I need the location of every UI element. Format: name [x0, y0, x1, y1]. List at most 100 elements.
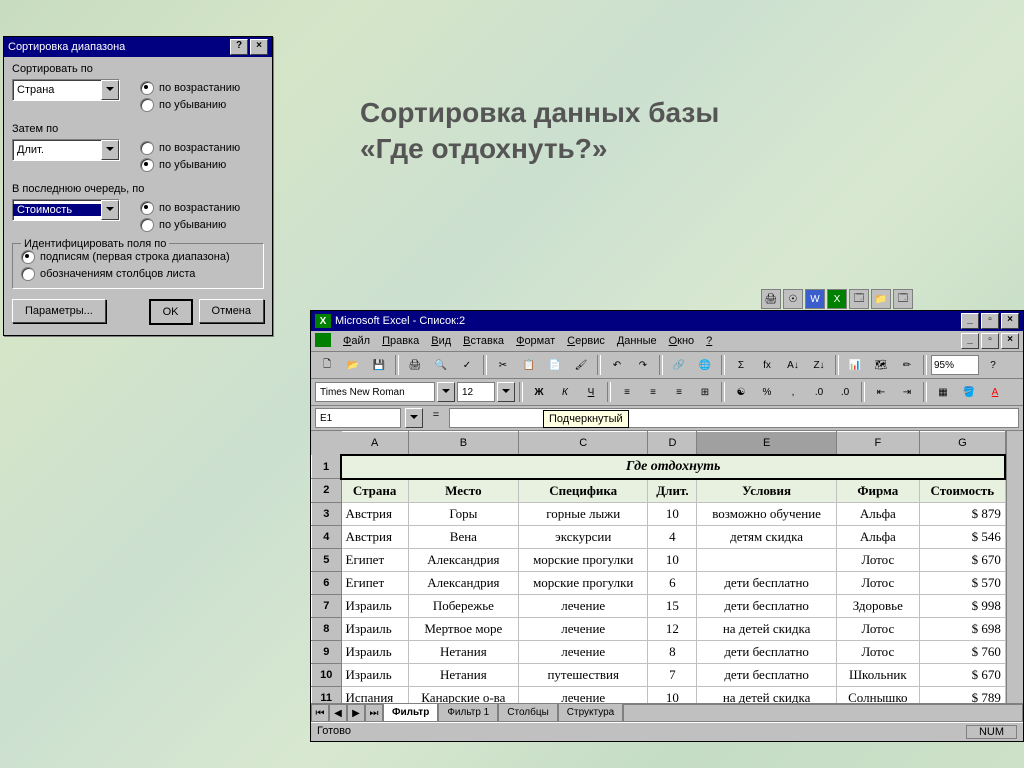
menu-правка[interactable]: Правка [376, 333, 425, 349]
cell[interactable]: на детей скидка [697, 617, 836, 640]
cell[interactable]: Нетания [408, 640, 518, 663]
comma-icon[interactable]: , [781, 381, 805, 403]
cell[interactable]: 15 [648, 594, 697, 617]
chevron-down-icon[interactable] [101, 80, 119, 100]
formula-input[interactable] [449, 408, 1019, 428]
cell[interactable]: 10 [648, 502, 697, 525]
vertical-scrollbar[interactable] [1006, 431, 1023, 703]
cell[interactable]: Канарские о-ва [408, 686, 518, 703]
cell[interactable]: $ 546 [919, 525, 1005, 548]
chevron-down-icon[interactable] [101, 200, 119, 220]
cell[interactable]: Альфа [836, 525, 919, 548]
row-header[interactable]: 2 [312, 479, 342, 503]
cell[interactable]: Лотос [836, 571, 919, 594]
cell[interactable]: дети бесплатно [697, 640, 836, 663]
menu-формат[interactable]: Формат [510, 333, 561, 349]
header-cell[interactable]: Фирма [836, 479, 919, 503]
function-icon[interactable]: fx [755, 354, 779, 376]
cell[interactable]: Лотос [836, 548, 919, 571]
chevron-down-icon[interactable] [497, 382, 515, 402]
merge-icon[interactable]: ⊞ [693, 381, 717, 403]
copy-icon[interactable]: 📋 [517, 354, 541, 376]
align-center-icon[interactable]: ≡ [641, 381, 665, 403]
col-header[interactable]: A [341, 432, 408, 455]
cell[interactable]: $ 789 [919, 686, 1005, 703]
header-cell[interactable]: Длит. [648, 479, 697, 503]
print-icon[interactable]: 🖨 [403, 354, 427, 376]
cell[interactable] [697, 548, 836, 571]
align-left-icon[interactable]: ≡ [615, 381, 639, 403]
spreadsheet-grid[interactable]: ABCDEFG 1Где отдохнуть 2СтранаМестоСпеци… [311, 431, 1006, 703]
tray-icon[interactable]: 🗔 [849, 289, 869, 309]
cell[interactable]: 12 [648, 617, 697, 640]
header-cell[interactable]: Место [408, 479, 518, 503]
link-icon[interactable]: 🔗 [667, 354, 691, 376]
cell[interactable]: лечение [519, 640, 648, 663]
chevron-down-icon[interactable] [405, 408, 423, 428]
cell[interactable]: 4 [648, 525, 697, 548]
sheet-tab[interactable]: Фильтр 1 [438, 704, 498, 722]
cell[interactable]: 10 [648, 548, 697, 571]
cell[interactable]: $ 698 [919, 617, 1005, 640]
cell[interactable]: Александрия [408, 571, 518, 594]
row-header[interactable]: 8 [312, 617, 342, 640]
open-icon[interactable]: 📂 [341, 354, 365, 376]
increase-decimal-icon[interactable]: .0 [807, 381, 831, 403]
chart-icon[interactable]: 📊 [843, 354, 867, 376]
doc-restore-button[interactable]: ▫ [981, 333, 999, 349]
row-header[interactable]: 7 [312, 594, 342, 617]
cell[interactable]: экскурсии [519, 525, 648, 548]
cell[interactable]: морские прогулки [519, 571, 648, 594]
cell[interactable]: Испания [341, 686, 408, 703]
cell[interactable]: дети бесплатно [697, 571, 836, 594]
title-cell[interactable]: Где отдохнуть [341, 455, 1005, 479]
row-header[interactable]: 3 [312, 502, 342, 525]
maximize-button[interactable]: ▫ [981, 313, 999, 329]
save-icon[interactable]: 💾 [367, 354, 391, 376]
col-header[interactable]: E [697, 432, 836, 455]
sort-field-2[interactable]: Длит. [12, 139, 120, 161]
cell[interactable]: детям скидка [697, 525, 836, 548]
cell[interactable]: горные лыжи [519, 502, 648, 525]
sort-field-3[interactable]: Стоимость [12, 199, 120, 221]
cell[interactable]: Израиль [341, 640, 408, 663]
map-icon[interactable]: 🗺 [869, 354, 893, 376]
cell[interactable]: Побережье [408, 594, 518, 617]
cell[interactable]: морские прогулки [519, 548, 648, 571]
sort2-desc-radio[interactable]: по убыванию [140, 158, 264, 172]
new-icon[interactable]: 🗋 [315, 354, 339, 376]
underline-icon[interactable]: Ч [579, 381, 603, 403]
tab-first-icon[interactable]: ⏮ [311, 704, 329, 722]
cell[interactable]: путешествия [519, 663, 648, 686]
identify-columns-radio[interactable]: обозначениям столбцов листа [21, 267, 255, 281]
menu-вставка[interactable]: Вставка [457, 333, 510, 349]
cell[interactable]: на детей скидка [697, 686, 836, 703]
fill-color-icon[interactable]: 🪣 [957, 381, 981, 403]
percent-icon[interactable]: % [755, 381, 779, 403]
align-right-icon[interactable]: ≡ [667, 381, 691, 403]
cell[interactable]: 6 [648, 571, 697, 594]
tray-icon[interactable]: 🗔 [893, 289, 913, 309]
header-cell[interactable]: Условия [697, 479, 836, 503]
col-header[interactable]: C [519, 432, 648, 455]
indent-left-icon[interactable]: ⇤ [869, 381, 893, 403]
tray-excel-icon[interactable]: X [827, 289, 847, 309]
tab-next-icon[interactable]: ▶ [347, 704, 365, 722]
options-button[interactable]: Параметры... [12, 299, 106, 323]
currency-icon[interactable]: ☯ [729, 381, 753, 403]
sort-asc-icon[interactable]: A↓ [781, 354, 805, 376]
sheet-tab[interactable]: Структура [558, 704, 623, 722]
row-header[interactable]: 1 [312, 455, 342, 479]
cell[interactable]: лечение [519, 617, 648, 640]
cell[interactable]: Здоровье [836, 594, 919, 617]
zoom-combo[interactable]: 95% [931, 355, 979, 375]
cell[interactable]: 10 [648, 686, 697, 703]
cell[interactable]: 8 [648, 640, 697, 663]
font-color-icon[interactable]: A [983, 381, 1007, 403]
cell[interactable]: Солнышко [836, 686, 919, 703]
cell[interactable]: Израиль [341, 663, 408, 686]
cell[interactable]: 7 [648, 663, 697, 686]
preview-icon[interactable]: 🔍 [429, 354, 453, 376]
cell[interactable]: Альфа [836, 502, 919, 525]
identify-labels-radio[interactable]: подписям (первая строка диапазона) [21, 250, 255, 264]
